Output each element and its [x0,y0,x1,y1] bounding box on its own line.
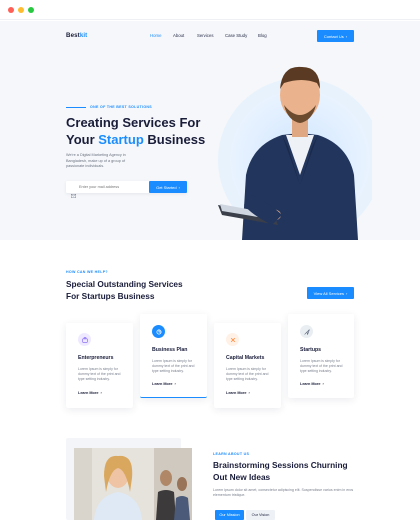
title-pre: Your [66,132,99,147]
arrow-right-icon: › [178,184,180,190]
briefcase-icon [78,333,91,346]
get-started-button[interactable]: Get Started › [149,181,187,193]
nav-case-study[interactable]: Case Study [225,33,247,38]
card-text: Lorem Ipsum is simply for dummy text of … [78,367,121,382]
hero-description: We're a Digital Marketing Agency in Bang… [66,153,126,168]
card-title: Enterpreneurs [78,355,114,361]
service-card-business-plan[interactable]: Business Plan Lorem Ipsum is simply for … [140,314,207,398]
about-description: Lorem ipsum dolor sit amet, consectetur … [213,488,354,498]
learn-more-link[interactable]: Learn More › [78,391,102,395]
card-title: Capital Markets [226,355,265,361]
tab-our-mission[interactable]: Our Mission [215,510,244,520]
about-eyebrow: LEARN ABOUT US [213,452,250,456]
learn-more-label: Learn More [152,382,173,386]
services-eyebrow: HOW CAN WE HELP? [66,270,108,274]
contact-us-label: Contact Us [323,33,344,39]
maximize-dot-icon[interactable] [28,7,34,13]
hero-eyebrow: ONE OF THE BEST SOLUTIONS [90,105,153,109]
service-card-capital-markets[interactable]: Capital Markets Lorem Ipsum is simply fo… [214,323,281,408]
email-input[interactable] [79,182,147,192]
card-title: Startups [300,347,322,353]
logo-accent: kit [79,32,88,39]
nav-blog[interactable]: Blog [258,33,267,38]
mail-icon [71,185,76,198]
services-title-line2: For Startups Business [66,291,155,301]
view-all-label: View All Services [313,290,345,296]
view-all-services-button[interactable]: View All Services › [307,287,354,299]
email-form: Get Started › [66,181,187,198]
arrow-right-icon: › [100,391,102,395]
card-title: Business Plan [152,347,188,353]
sparkle-icon [226,333,239,346]
learn-more-link[interactable]: Learn More › [226,391,250,395]
tab-our-vision[interactable]: Our Vision [246,510,275,520]
arrow-right-icon: › [248,391,250,395]
nav-services[interactable]: Services [197,33,213,38]
about-team-photo [74,448,192,520]
minimize-dot-icon[interactable] [18,7,24,13]
learn-more-link[interactable]: Learn More › [300,382,324,386]
logo-main: Best [66,32,80,39]
nav-home[interactable]: Home [150,33,161,38]
about-title-line1: Brainstorming Sessions Churning [213,460,348,470]
learn-more-label: Learn More [78,391,99,395]
close-dot-icon[interactable] [8,7,14,13]
card-text: Lorem Ipsum is simply for dummy text of … [300,359,343,374]
services-title: Special Outstanding Services For Startup… [66,278,183,302]
service-card-enterpreneurs[interactable]: Enterpreneurs Lorem Ipsum is simply for … [66,323,133,408]
arrow-right-icon: › [346,290,348,296]
rocket-icon [300,325,313,338]
eyebrow-line [66,107,86,108]
learn-more-label: Learn More [226,391,247,395]
card-text: Lorem Ipsum is simply for dummy text of … [152,359,195,374]
learn-more-label: Learn More [300,382,321,386]
hero-title-line2: Your Startup Business [66,131,206,148]
arrow-right-icon: › [174,382,176,386]
services-title-line1: Special Outstanding Services [66,279,183,289]
browser-chrome [0,0,420,20]
learn-more-link[interactable]: Learn More › [152,382,176,386]
title-post: Business [143,132,206,147]
card-text: Lorem Ipsum is simply for dummy text of … [226,367,269,382]
site-logo[interactable]: Bestkit [66,32,87,39]
about-title-line2: Out New Ideas [213,472,271,482]
arrow-right-icon: › [345,33,348,39]
contact-us-button[interactable]: Contact Us › [317,30,354,42]
get-started-label: Get Started [156,184,177,190]
hero-title-line1: Creating Services For [66,115,201,130]
title-accent: Startup [98,132,144,147]
about-title: Brainstorming Sessions Churning Out New … [213,459,348,483]
nav-about[interactable]: About [173,33,184,38]
chart-icon [152,325,165,338]
arrow-right-icon: › [322,382,324,386]
hero-person-image [212,55,382,242]
service-card-startups[interactable]: Startups Lorem Ipsum is simply for dummy… [288,314,354,398]
hero-title: Creating Services For Your Startup Busin… [66,114,206,148]
